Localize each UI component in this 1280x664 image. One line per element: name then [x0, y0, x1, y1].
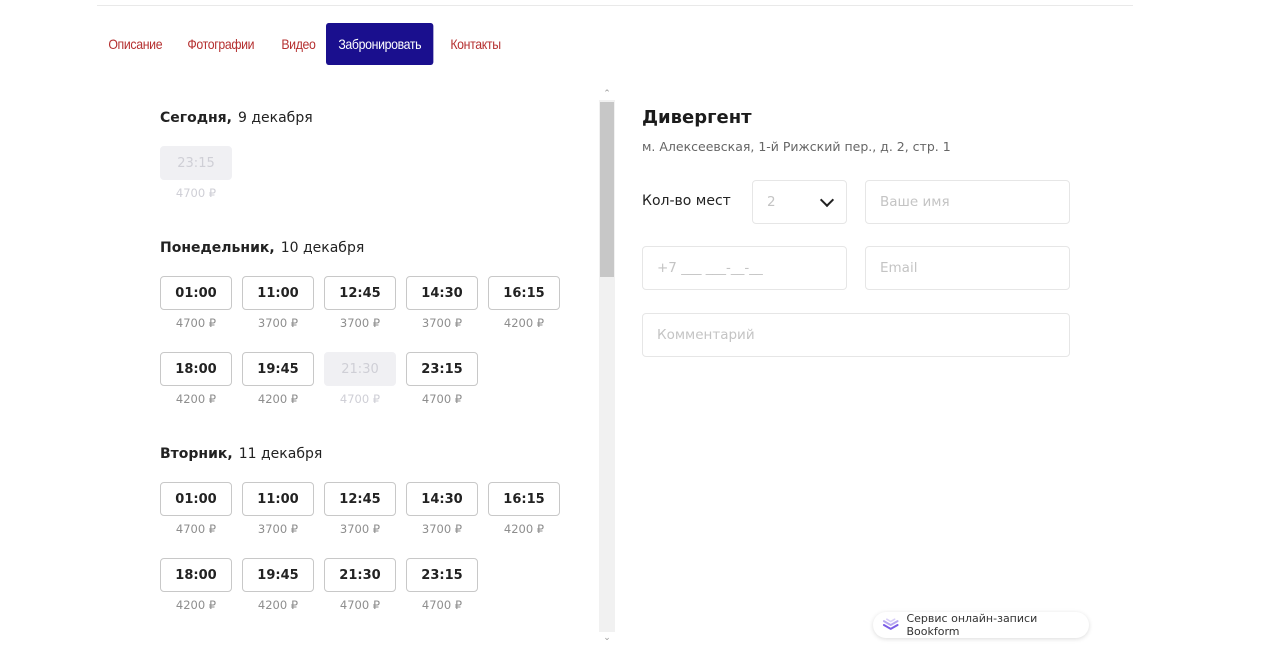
slot-price: 4700 ₽	[421, 392, 463, 406]
day-block: Вторник, 11 декабря 01:00 4700 ₽ 11:00 3700 ₽…	[160, 444, 560, 612]
time-slot-button[interactable]: 23:15	[406, 352, 478, 386]
day-name: Сегодня,	[160, 110, 232, 126]
comment-field[interactable]: Комментарий	[642, 313, 1070, 357]
top-divider	[97, 5, 1133, 6]
slot-price: 4200 ₽	[257, 598, 299, 612]
scroll-down-icon[interactable]: ⌄	[599, 632, 615, 644]
day-date: 9 декабря	[238, 110, 313, 126]
seats-value: 2	[767, 194, 776, 210]
tab-bar: Описание Фотографии Видео Забронировать …	[96, 23, 514, 65]
day-title: Сегодня, 9 декабря	[160, 108, 313, 128]
slot-price: 4700 ₽	[175, 522, 217, 536]
slot-price: 4200 ₽	[503, 522, 545, 536]
day-date: 11 декабря	[238, 446, 323, 462]
time-slot-button[interactable]: 11:00	[242, 482, 314, 516]
bookform-badge[interactable]: Сервис онлайн-записи Bookform	[873, 612, 1089, 638]
time-slot-button[interactable]: 01:00	[160, 482, 232, 516]
time-slot-button[interactable]: 23:15	[406, 558, 478, 592]
badge-text: Сервис онлайн-записи Bookform	[906, 612, 1038, 638]
tab-book[interactable]: Забронировать	[326, 23, 434, 65]
time-slot-button[interactable]: 11:00	[242, 276, 314, 310]
name-field[interactable]: Ваше имя	[865, 180, 1070, 224]
scrollbar-thumb[interactable]	[600, 102, 614, 277]
time-slot-button[interactable]: 18:00	[160, 352, 232, 386]
tab-description[interactable]: Описание	[96, 23, 175, 65]
tab-video[interactable]: Видео	[269, 23, 328, 65]
venue-address: м. Алексеевская, 1-й Рижский пер., д. 2,…	[642, 139, 951, 154]
time-slot-button[interactable]: 12:45	[324, 276, 396, 310]
time-slot-button[interactable]: 21:30	[324, 558, 396, 592]
phone-field[interactable]: +7 ___ ___-__-__	[642, 246, 847, 290]
time-slot-button: 23:15	[160, 146, 232, 180]
time-slot-button[interactable]: 12:45	[324, 482, 396, 516]
time-slot-button[interactable]: 14:30	[406, 276, 478, 310]
venue-title: Дивергент	[642, 107, 752, 128]
bookform-logo-icon	[882, 618, 899, 630]
tab-photos[interactable]: Фотографии	[175, 23, 267, 65]
slot-price: 4700 ₽	[175, 316, 217, 330]
schedule-scrollbar[interactable]: ⌃ ⌄	[599, 88, 615, 644]
slot-price: 3700 ₽	[421, 522, 463, 536]
day-block: Понедельник, 10 декабря 01:00 4700 ₽ 11:00 37…	[160, 238, 560, 406]
slot-price: 4200 ₽	[175, 598, 217, 612]
day-name: Понедельник,	[160, 240, 275, 256]
time-slot-button[interactable]: 16:15	[488, 276, 560, 310]
slot-price: 3700 ₽	[257, 522, 299, 536]
slot-price: 4200 ₽	[503, 316, 545, 330]
day-title: Вторник, 11 декабря	[160, 444, 322, 464]
scroll-up-icon[interactable]: ⌃	[599, 88, 615, 100]
email-field[interactable]: Email	[865, 246, 1070, 290]
slot-price: 3700 ₽	[421, 316, 463, 330]
slot-price: 4700 ₽	[175, 186, 217, 200]
seats-label: Кол-во мест	[642, 193, 731, 209]
slot-price: 4200 ₽	[257, 392, 299, 406]
slot-price: 3700 ₽	[339, 522, 381, 536]
time-slot-button[interactable]: 19:45	[242, 558, 314, 592]
day-block: Сегодня, 9 декабря 23:15 4700 ₽	[160, 108, 313, 200]
day-date: 10 декабря	[280, 240, 365, 256]
schedule-list: Сегодня, 9 декабря 23:15 4700 ₽ Понедельник,…	[120, 88, 600, 648]
time-slot-button: 21:30	[324, 352, 396, 386]
time-slot-button[interactable]: 14:30	[406, 482, 478, 516]
chevron-down-icon	[819, 192, 835, 208]
slot-price: 4700 ₽	[339, 598, 381, 612]
slot-price: 4200 ₽	[175, 392, 217, 406]
time-slot-button[interactable]: 19:45	[242, 352, 314, 386]
day-name: Вторник,	[160, 446, 233, 462]
slot-price: 3700 ₽	[339, 316, 381, 330]
slot-price: 4700 ₽	[421, 598, 463, 612]
slot-price: 4700 ₽	[339, 392, 381, 406]
time-slot-button[interactable]: 01:00	[160, 276, 232, 310]
seats-select[interactable]: 2	[752, 180, 847, 224]
day-title: Понедельник, 10 декабря	[160, 238, 364, 258]
slot-price: 3700 ₽	[257, 316, 299, 330]
time-slot-button[interactable]: 18:00	[160, 558, 232, 592]
time-slot-button[interactable]: 16:15	[488, 482, 560, 516]
tab-contacts[interactable]: Контакты	[438, 23, 513, 65]
